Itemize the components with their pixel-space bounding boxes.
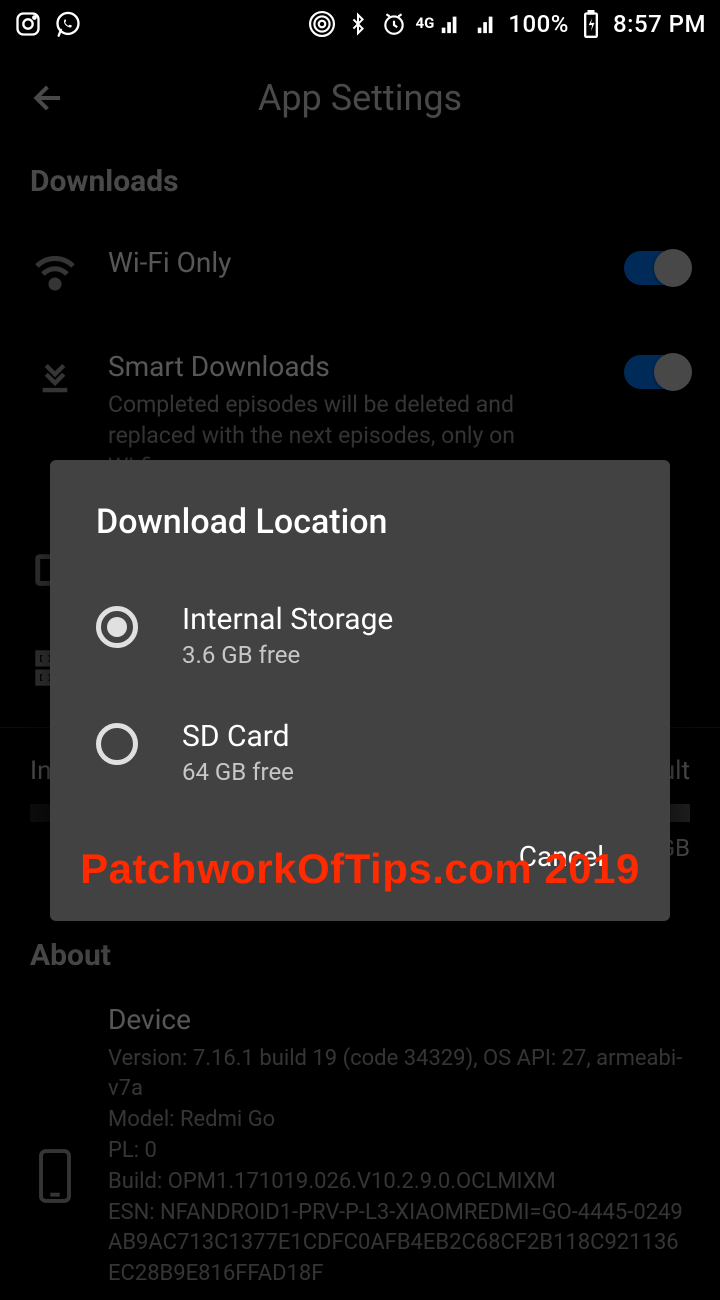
- app-header: App Settings: [0, 48, 720, 148]
- battery-percent: 100%: [508, 10, 569, 38]
- clock-time: 8:57 PM: [613, 10, 706, 38]
- about-line-3: Build: OPM1.171019.026.V10.2.9.0.OCLMIXM: [108, 1167, 690, 1198]
- about-device-title: Device: [108, 1003, 690, 1036]
- about-section-title: About: [0, 922, 720, 993]
- download-icon: [30, 351, 80, 401]
- option-internal-storage[interactable]: Internal Storage 3.6 GB free: [96, 584, 624, 701]
- hotspot-icon: [308, 10, 336, 38]
- page-title: App Settings: [0, 77, 720, 119]
- status-bar: 4G 100% 8:57 PM: [0, 0, 720, 48]
- wifi-only-label: Wi-Fi Only: [108, 245, 596, 281]
- smart-downloads-label: Smart Downloads: [108, 349, 596, 385]
- about-line-2: PL: 0: [108, 1136, 690, 1167]
- alarm-icon: [380, 10, 408, 38]
- storage-left-label: In: [30, 756, 51, 786]
- phone-icon: [30, 1063, 80, 1290]
- wifi-icon: [30, 247, 80, 297]
- option-sub: 3.6 GB free: [182, 641, 393, 669]
- wifi-only-toggle[interactable]: [624, 251, 690, 285]
- bluetooth-icon: [344, 10, 372, 38]
- about-device-block: Device Version: 7.16.1 build 19 (code 34…: [0, 993, 720, 1300]
- about-line-0: Version: 7.16.1 build 19 (code 34329), O…: [108, 1044, 690, 1106]
- signal-icon-1: [436, 10, 464, 38]
- option-sub: 64 GB free: [182, 758, 294, 786]
- downloads-section-title: Downloads: [0, 148, 720, 219]
- instagram-icon: [14, 10, 42, 38]
- wifi-only-row[interactable]: Wi-Fi Only: [0, 219, 720, 323]
- option-label: SD Card: [182, 719, 294, 754]
- radio-unselected-icon[interactable]: [96, 723, 138, 765]
- radio-selected-icon[interactable]: [96, 606, 138, 648]
- whatsapp-icon: [54, 10, 82, 38]
- about-line-1: Model: Redmi Go: [108, 1105, 690, 1136]
- about-line-4: ESN: NFANDROID1-PRV-P-L3-XIAOMREDMI=GO-4…: [108, 1198, 690, 1290]
- option-label: Internal Storage: [182, 602, 393, 637]
- dialog-title: Download Location: [96, 502, 624, 542]
- option-sd-card[interactable]: SD Card 64 GB free: [96, 701, 624, 818]
- watermark-text: PatchworkOfTips.com 2019: [0, 845, 720, 893]
- signal-icon-2: [472, 10, 500, 38]
- network-4g-label: 4G: [416, 16, 435, 31]
- battery-charging-icon: [577, 10, 605, 38]
- smart-downloads-toggle[interactable]: [624, 355, 690, 389]
